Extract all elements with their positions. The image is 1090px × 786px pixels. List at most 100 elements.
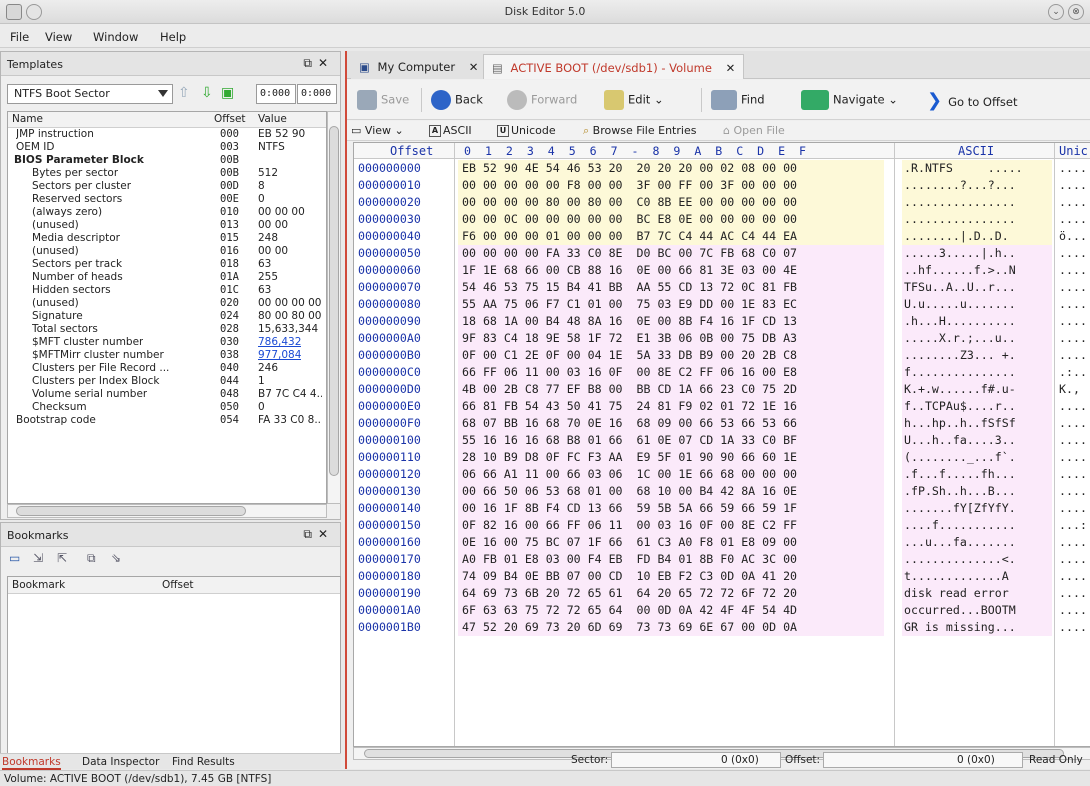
template-row[interactable]: $MFTMirr cluster number 038 977,084 (8, 349, 326, 362)
hex-row-unicode[interactable]: .... (1059, 484, 1087, 498)
hex-row[interactable]: 000000110 28 10 B9 D8 0F FC F3 AA E9 5F 0… (354, 449, 1090, 466)
back-button[interactable]: Back (431, 90, 483, 110)
hex-row-unicode[interactable]: ...: (1059, 518, 1087, 532)
hex-row[interactable]: 000000190 64 69 73 6B 20 72 65 61 64 20 6… (354, 585, 1090, 602)
hex-row-bytes[interactable]: EB 52 90 4E 54 46 53 20 20 20 20 00 02 0… (458, 160, 884, 177)
hex-row-bytes[interactable]: 74 09 B4 0E BB 07 00 CD 10 EB F2 C3 0D 0… (458, 568, 884, 585)
hex-row-ascii[interactable]: ........|.D..D. (902, 228, 1052, 245)
hex-row-bytes[interactable]: 00 66 50 06 53 68 01 00 68 10 00 B4 42 8… (458, 483, 884, 500)
hex-row-bytes[interactable]: 00 00 00 00 80 00 80 00 C0 8B EE 00 00 0… (458, 194, 884, 211)
hex-row-bytes[interactable]: 0F 82 16 00 66 FF 06 11 00 03 16 0F 00 8… (458, 517, 884, 534)
forward-button[interactable]: Forward (507, 90, 577, 110)
hex-row[interactable]: 000000000 EB 52 90 4E 54 46 53 20 20 20 2… (354, 160, 1090, 177)
hex-row-bytes[interactable]: 68 07 BB 16 68 70 0E 16 68 09 00 66 53 6… (458, 415, 884, 432)
template-row[interactable]: Media descriptor 015 248 (8, 232, 326, 245)
hex-row-unicode[interactable]: .... (1059, 467, 1087, 481)
hex-row[interactable]: 000000030 00 00 0C 00 00 00 00 00 BC E8 0… (354, 211, 1090, 228)
hex-row-ascii[interactable]: disk read error (902, 585, 1052, 602)
hex-row-bytes[interactable]: 0E 16 00 75 BC 07 1F 66 61 C3 A0 F8 01 E… (458, 534, 884, 551)
ascii-toggle[interactable]: A ASCII (429, 124, 472, 137)
tab-active-boot[interactable]: ▤ ACTIVE BOOT (/dev/sdb1) - Volume ✕ (483, 54, 745, 79)
remove-bookmark-icon[interactable]: ⇘ (111, 551, 121, 565)
template-row[interactable]: Clusters per File Record ... 040 246 (8, 362, 326, 375)
hex-row-ascii[interactable]: .R.NTFS ..... (902, 160, 1052, 177)
hex-row-bytes[interactable]: 00 16 1F 8B F4 CD 13 66 59 5B 5A 66 59 6… (458, 500, 884, 517)
hex-row-ascii[interactable]: ........?...?... (902, 177, 1052, 194)
hex-row-unicode[interactable]: .... (1059, 280, 1087, 294)
hex-row-bytes[interactable]: 4B 00 2B C8 77 EF B8 00 BB CD 1A 66 23 C… (458, 381, 884, 398)
hex-row[interactable]: 000000040 F6 00 00 00 01 00 00 00 B7 7C C… (354, 228, 1090, 245)
hex-row-ascii[interactable]: .....3.....|.h.. (902, 245, 1052, 262)
template-row[interactable]: JMP instruction 000 EB 52 90 (8, 128, 326, 141)
hex-row-ascii[interactable]: .....X.r.;...u.. (902, 330, 1052, 347)
col-name[interactable]: Name (12, 113, 43, 125)
hex-row-ascii[interactable]: .fP.Sh..h...B... (902, 483, 1052, 500)
hex-row[interactable]: 0000001B0 47 52 20 69 73 20 6D 69 73 73 6… (354, 619, 1090, 636)
hex-row-unicode[interactable]: .... (1059, 297, 1087, 311)
menu-help[interactable]: Help (160, 30, 186, 44)
hex-row-unicode[interactable]: .... (1059, 552, 1087, 566)
template-row[interactable]: Bytes per sector 00B 512 (8, 167, 326, 180)
template-row[interactable]: Number of heads 01A 255 (8, 271, 326, 284)
hex-row-bytes[interactable]: 18 68 1A 00 B4 48 8A 16 0E 00 8B F4 16 1… (458, 313, 884, 330)
edit-button[interactable]: Edit ⌄ (604, 90, 664, 110)
hex-row-ascii[interactable]: .h...H.......... (902, 313, 1052, 330)
template-row[interactable]: Clusters per Index Block 044 1 (8, 375, 326, 388)
template-row[interactable]: OEM ID 003 NTFS (8, 141, 326, 154)
navigate-button[interactable]: Navigate ⌄ (801, 90, 898, 110)
hex-row-bytes[interactable]: 06 66 A1 11 00 66 03 06 1C 00 1E 66 68 0… (458, 466, 884, 483)
hex-row-unicode[interactable]: K., (1059, 382, 1080, 396)
tab-my-computer[interactable]: ▣ My Computer ✕ (351, 54, 487, 79)
hex-row-bytes[interactable]: 1F 1E 68 66 00 CB 88 16 0E 00 66 81 3E 0… (458, 262, 884, 279)
template-row[interactable]: (unused) 013 00 00 (8, 219, 326, 232)
hex-row-ascii[interactable]: .f...f.....fh... (902, 466, 1052, 483)
hex-row-bytes[interactable]: 6F 63 63 75 72 72 65 64 00 0D 0A 42 4F 4… (458, 602, 884, 619)
hex-row-bytes[interactable]: 54 46 53 75 15 B4 41 BB AA 55 CD 13 72 0… (458, 279, 884, 296)
template-row[interactable]: Reserved sectors 00E 0 (8, 193, 326, 206)
hex-row-ascii[interactable]: ..hf......f.>..N (902, 262, 1052, 279)
hex-row-unicode[interactable]: .:.. (1059, 365, 1087, 379)
unicode-toggle[interactable]: U Unicode (497, 124, 556, 137)
template-row[interactable]: BIOS Parameter Block 00B (8, 154, 326, 167)
hex-row-unicode[interactable]: .... (1059, 195, 1087, 209)
hex-row[interactable]: 000000020 00 00 00 00 80 00 80 00 C0 8B E… (354, 194, 1090, 211)
template-row[interactable]: Volume serial number 048 B7 7C C4 4... (8, 388, 326, 401)
hex-row-bytes[interactable]: 28 10 B9 D8 0F FC F3 AA E9 5F 01 90 90 6… (458, 449, 884, 466)
hex-view[interactable]: Offset 0 1 2 3 4 5 6 7 - 8 9 A B C D E F… (353, 142, 1090, 747)
hex-row-unicode[interactable]: .... (1059, 603, 1087, 617)
hex-row-ascii[interactable]: .......fY[ZfYfY. (902, 500, 1052, 517)
hex-row-unicode[interactable]: .... (1059, 263, 1087, 277)
browse-file-entries-button[interactable]: ⌕ Browse File Entries (583, 124, 696, 138)
hex-row-unicode[interactable]: .... (1059, 161, 1087, 175)
hex-row-ascii[interactable]: K.+.w......f#.u- (902, 381, 1052, 398)
view-menu-button[interactable]: ▭ View ⌄ (351, 124, 404, 137)
tab-find-results[interactable]: Find Results (172, 756, 235, 768)
hex-row-ascii[interactable]: GR is missing... (902, 619, 1052, 636)
hex-row-ascii[interactable]: t.............A (902, 568, 1052, 585)
template-row[interactable]: Hidden sectors 01C 63 (8, 284, 326, 297)
hex-row-bytes[interactable]: 9F 83 C4 18 9E 58 1F 72 E1 3B 06 0B 00 7… (458, 330, 884, 347)
panel-controls[interactable]: ⧉✕ (303, 56, 334, 71)
menu-view[interactable]: View (45, 30, 72, 44)
template-row[interactable]: (always zero) 010 00 00 00 (8, 206, 326, 219)
apply-template-icon[interactable]: ▣ (221, 86, 234, 100)
hex-row-ascii[interactable]: TFSu..A..U..r... (902, 279, 1052, 296)
hex-row-bytes[interactable]: 00 00 00 00 00 F8 00 00 3F 00 FF 00 3F 0… (458, 177, 884, 194)
hex-row[interactable]: 000000070 54 46 53 75 15 B4 41 BB AA 55 C… (354, 279, 1090, 296)
minimize-icon[interactable]: ⌄ (1048, 4, 1064, 20)
hex-row-unicode[interactable]: .... (1059, 178, 1087, 192)
hex-row-bytes[interactable]: 66 81 FB 54 43 50 41 75 24 81 F9 02 01 7… (458, 398, 884, 415)
hex-row[interactable]: 000000130 00 66 50 06 53 68 01 00 68 10 0… (354, 483, 1090, 500)
col-bookmark-offset[interactable]: Offset (162, 579, 194, 591)
hex-row-ascii[interactable]: ................ (902, 211, 1052, 228)
template-row[interactable]: Signature 024 80 00 80 00 (8, 310, 326, 323)
hex-row-unicode[interactable]: .... (1059, 620, 1087, 634)
hex-row-unicode[interactable]: .... (1059, 586, 1087, 600)
hex-row[interactable]: 000000010 00 00 00 00 00 F8 00 00 3F 00 F… (354, 177, 1090, 194)
template-row-value[interactable]: 977,084 (258, 349, 301, 362)
hex-row[interactable]: 000000050 00 00 00 00 FA 33 C0 8E D0 BC 0… (354, 245, 1090, 262)
hex-row[interactable]: 0000000A0 9F 83 C4 18 9E 58 1F 72 E1 3B 0… (354, 330, 1090, 347)
hex-row-unicode[interactable]: .... (1059, 212, 1087, 226)
hex-row-unicode[interactable]: .... (1059, 416, 1087, 430)
hex-row-unicode[interactable]: .... (1059, 569, 1087, 583)
